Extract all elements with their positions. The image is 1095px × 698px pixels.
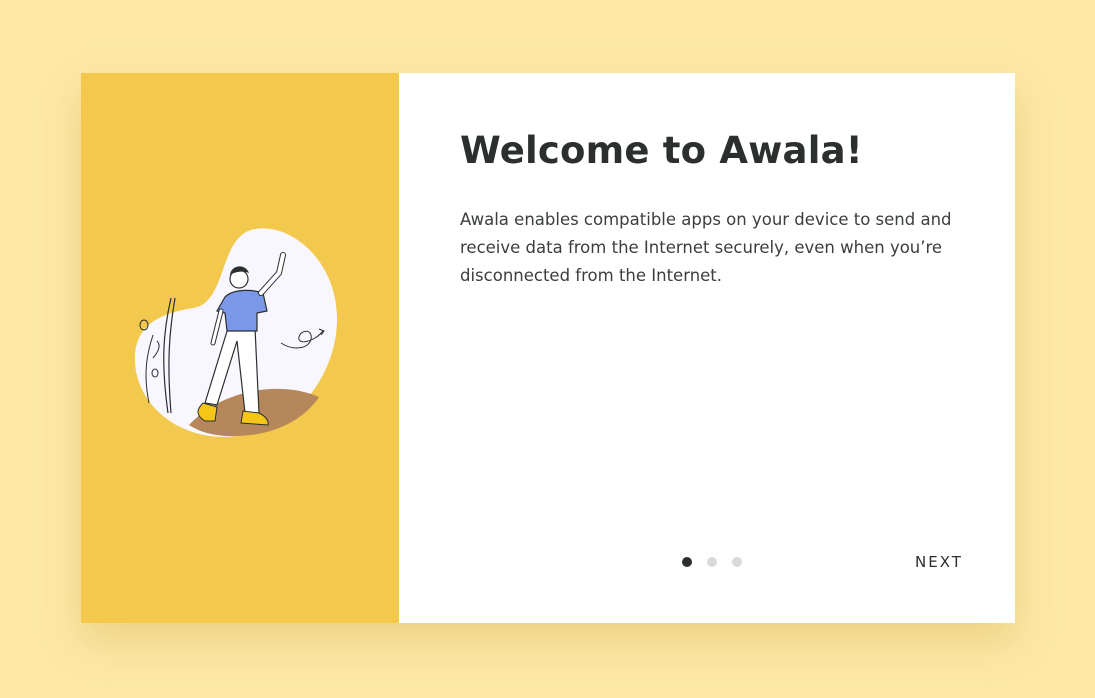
illustration-panel [81, 73, 399, 623]
step-indicator [682, 557, 742, 567]
content-panel: Welcome to Awala! Awala enables compatib… [399, 73, 1015, 623]
welcome-description: Awala enables compatible apps on your de… [460, 210, 952, 285]
person-waving-illustration-icon [134, 228, 338, 437]
onboarding-card: Welcome to Awala! Awala enables compatib… [81, 73, 1015, 623]
step-dot-3[interactable] [732, 557, 742, 567]
step-dot-2[interactable] [707, 557, 717, 567]
step-dot-1[interactable] [682, 557, 692, 567]
next-button[interactable]: NEXT [909, 549, 969, 575]
page-title: Welcome to Awala! [460, 129, 863, 172]
